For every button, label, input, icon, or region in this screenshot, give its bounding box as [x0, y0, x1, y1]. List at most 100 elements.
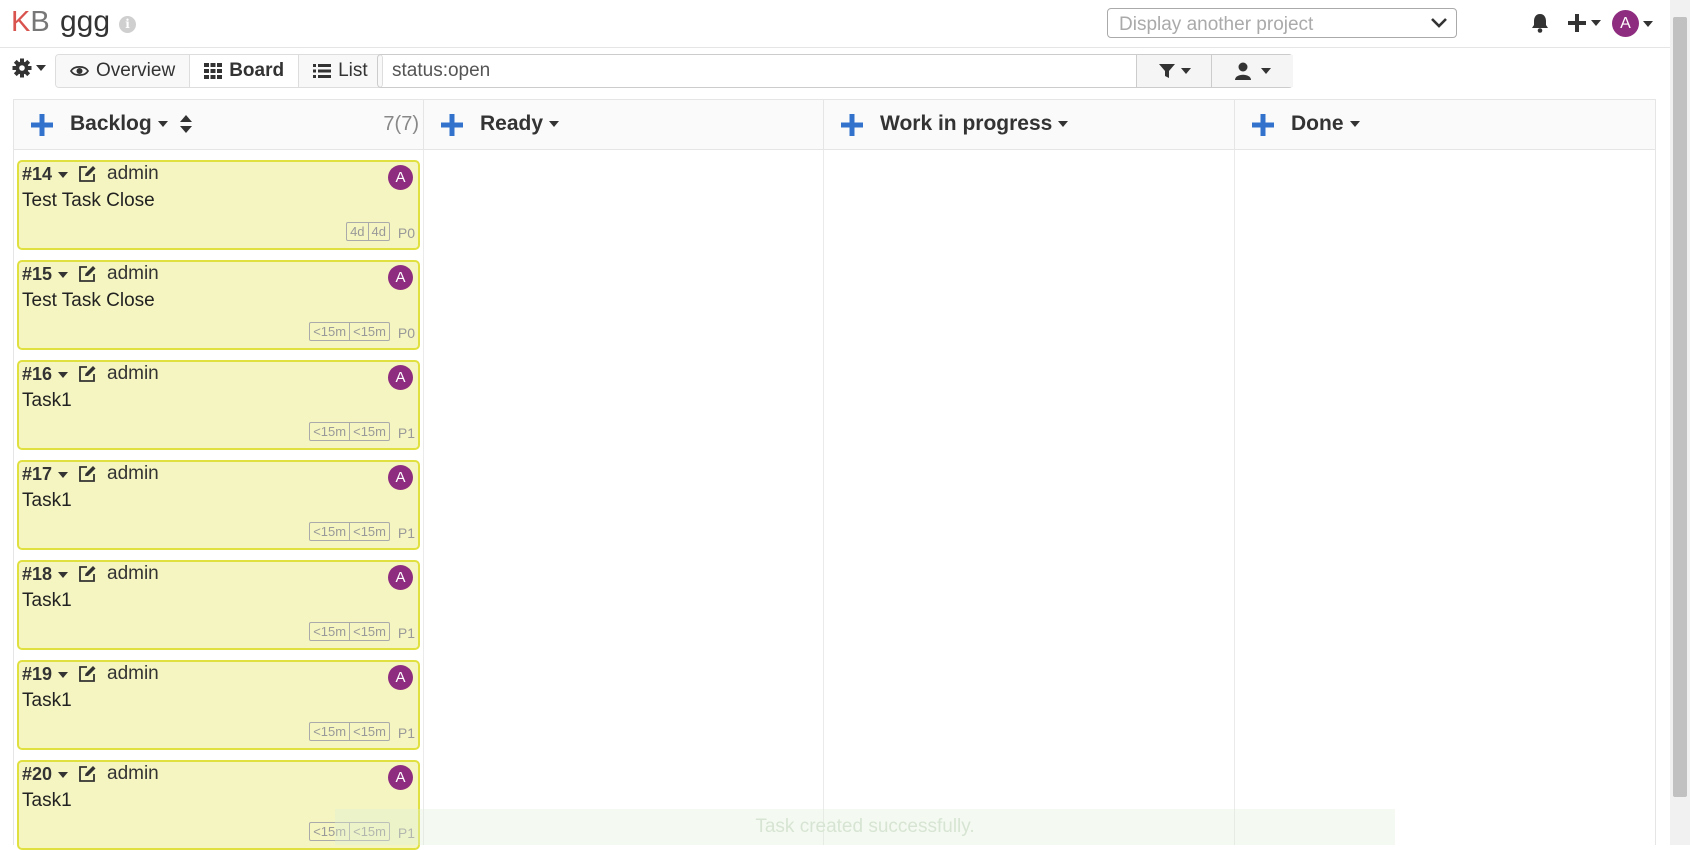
edit-icon[interactable]	[78, 465, 97, 483]
column-task-count: 7(7)	[383, 113, 419, 135]
task-priority: P0	[397, 325, 415, 341]
bell-icon[interactable]	[1530, 12, 1550, 34]
eye-icon	[70, 65, 89, 77]
caret-down-icon	[58, 471, 69, 478]
search-filter-box	[377, 54, 1293, 88]
task-id-menu[interactable]: #17	[22, 464, 69, 485]
task-title[interactable]: Test Task Close	[22, 290, 155, 312]
column-title-done[interactable]: Done	[1291, 112, 1360, 136]
task-id-menu[interactable]: #15	[22, 264, 69, 285]
column-title-ready[interactable]: Ready	[480, 112, 560, 136]
caret-down-icon	[58, 271, 69, 278]
filter-dropdown-button[interactable]	[1136, 55, 1212, 87]
edit-icon[interactable]	[78, 165, 97, 183]
task-assignee[interactable]: admin	[107, 563, 159, 585]
view-board-button[interactable]: Board	[190, 55, 300, 87]
project-settings-menu[interactable]	[12, 58, 47, 82]
user-filter-dropdown-button[interactable]	[1211, 55, 1293, 87]
task-id-menu[interactable]: #16	[22, 364, 69, 385]
task-card[interactable]: #14 admin A Test Task Close 4d 4d P0	[17, 160, 420, 250]
column-header-done: Done	[1235, 100, 1655, 150]
time-spent: <15m	[349, 723, 389, 740]
list-icon	[313, 64, 332, 78]
edit-icon[interactable]	[78, 365, 97, 383]
task-title[interactable]: Task1	[22, 690, 72, 712]
task-id-menu[interactable]: #14	[22, 164, 69, 185]
caret-down-icon	[1058, 121, 1069, 127]
task-id-menu[interactable]: #20	[22, 764, 69, 785]
task-card[interactable]: #16 admin A Task1 <15m <15m P1	[17, 360, 420, 450]
filter-icon	[1158, 64, 1175, 78]
kanboard-logo[interactable]: KB	[11, 6, 50, 39]
edit-icon[interactable]	[78, 265, 97, 283]
edit-icon[interactable]	[78, 565, 97, 583]
create-menu[interactable]	[1567, 11, 1607, 35]
task-card[interactable]: #19 admin A Task1 <15m <15m P1	[17, 660, 420, 750]
task-card[interactable]: #17 admin A Task1 <15m <15m P1	[17, 460, 420, 550]
time-spent: <15m	[349, 623, 389, 640]
scrollbar-thumb[interactable]	[1673, 17, 1687, 797]
view-overview-label: Overview	[96, 60, 176, 81]
view-list-button[interactable]: List	[299, 55, 382, 87]
task-title[interactable]: Task1	[22, 490, 72, 512]
task-assignee[interactable]: admin	[107, 163, 159, 185]
edit-icon[interactable]	[78, 665, 97, 683]
add-task-plus-icon[interactable]	[440, 113, 464, 137]
assignee-avatar: A	[388, 665, 413, 690]
column-title-label: Ready	[480, 112, 544, 135]
project-switcher-select[interactable]: Display another project	[1107, 8, 1457, 38]
top-header: KB ggg i Display another project A	[0, 0, 1670, 48]
caret-down-icon	[58, 171, 69, 178]
caret-down-icon	[1180, 68, 1191, 74]
search-input[interactable]	[378, 55, 1164, 87]
column-header-work-in-progress: Work in progress	[824, 100, 1235, 150]
caret-down-icon	[549, 121, 560, 127]
task-assignee[interactable]: admin	[107, 463, 159, 485]
view-overview-button[interactable]: Overview	[56, 55, 191, 87]
task-id: #18	[22, 564, 53, 584]
column-title-backlog[interactable]: Backlog	[70, 112, 192, 136]
task-card[interactable]: #18 admin A Task1 <15m <15m P1	[17, 560, 420, 650]
plus-icon	[1568, 14, 1586, 32]
column-header-ready: Ready	[424, 100, 824, 150]
view-list-label: List	[338, 60, 368, 81]
logo-letter-k: K	[11, 6, 31, 38]
task-id: #17	[22, 464, 53, 484]
edit-icon[interactable]	[78, 765, 97, 783]
task-id-menu[interactable]: #18	[22, 564, 69, 585]
task-title[interactable]: Task1	[22, 790, 72, 812]
add-task-plus-icon[interactable]	[1251, 113, 1275, 137]
assignee-avatar: A	[388, 365, 413, 390]
column-body-ready	[424, 150, 824, 845]
time-spent: 4d	[367, 223, 389, 240]
add-task-plus-icon[interactable]	[30, 113, 54, 137]
time-estimated: <15m	[313, 624, 347, 639]
task-assignee[interactable]: admin	[107, 263, 159, 285]
task-title[interactable]: Test Task Close	[22, 190, 155, 212]
column-title-work-in-progress[interactable]: Work in progress	[880, 112, 1069, 136]
sort-icon[interactable]	[179, 115, 192, 133]
add-task-plus-icon[interactable]	[840, 113, 864, 137]
kanban-board: Backlog 7(7) #14 admin A Test Task Close 4d 4…	[13, 99, 1656, 850]
user-menu[interactable]: A	[1612, 10, 1657, 37]
task-id: #14	[22, 164, 53, 184]
user-icon	[1234, 62, 1251, 80]
task-priority: P1	[397, 625, 415, 641]
time-spent: <15m	[349, 523, 389, 540]
task-assignee[interactable]: admin	[107, 763, 159, 785]
task-title[interactable]: Task1	[22, 390, 72, 412]
time-tracking-badge: 4d 4d	[346, 222, 390, 241]
task-id-menu[interactable]: #19	[22, 664, 69, 685]
assignee-avatar: A	[388, 465, 413, 490]
task-priority: P1	[397, 725, 415, 741]
column-title-label: Work in progress	[880, 112, 1053, 135]
logo-letter-b: B	[30, 6, 50, 38]
caret-down-icon	[58, 571, 69, 578]
task-assignee[interactable]: admin	[107, 663, 159, 685]
task-card[interactable]: #15 admin A Test Task Close <15m <15m P0	[17, 260, 420, 350]
task-title[interactable]: Task1	[22, 590, 72, 612]
task-assignee[interactable]: admin	[107, 363, 159, 385]
info-icon[interactable]: i	[119, 16, 136, 33]
th-icon	[204, 63, 223, 79]
vertical-scrollbar[interactable]	[1670, 0, 1690, 845]
